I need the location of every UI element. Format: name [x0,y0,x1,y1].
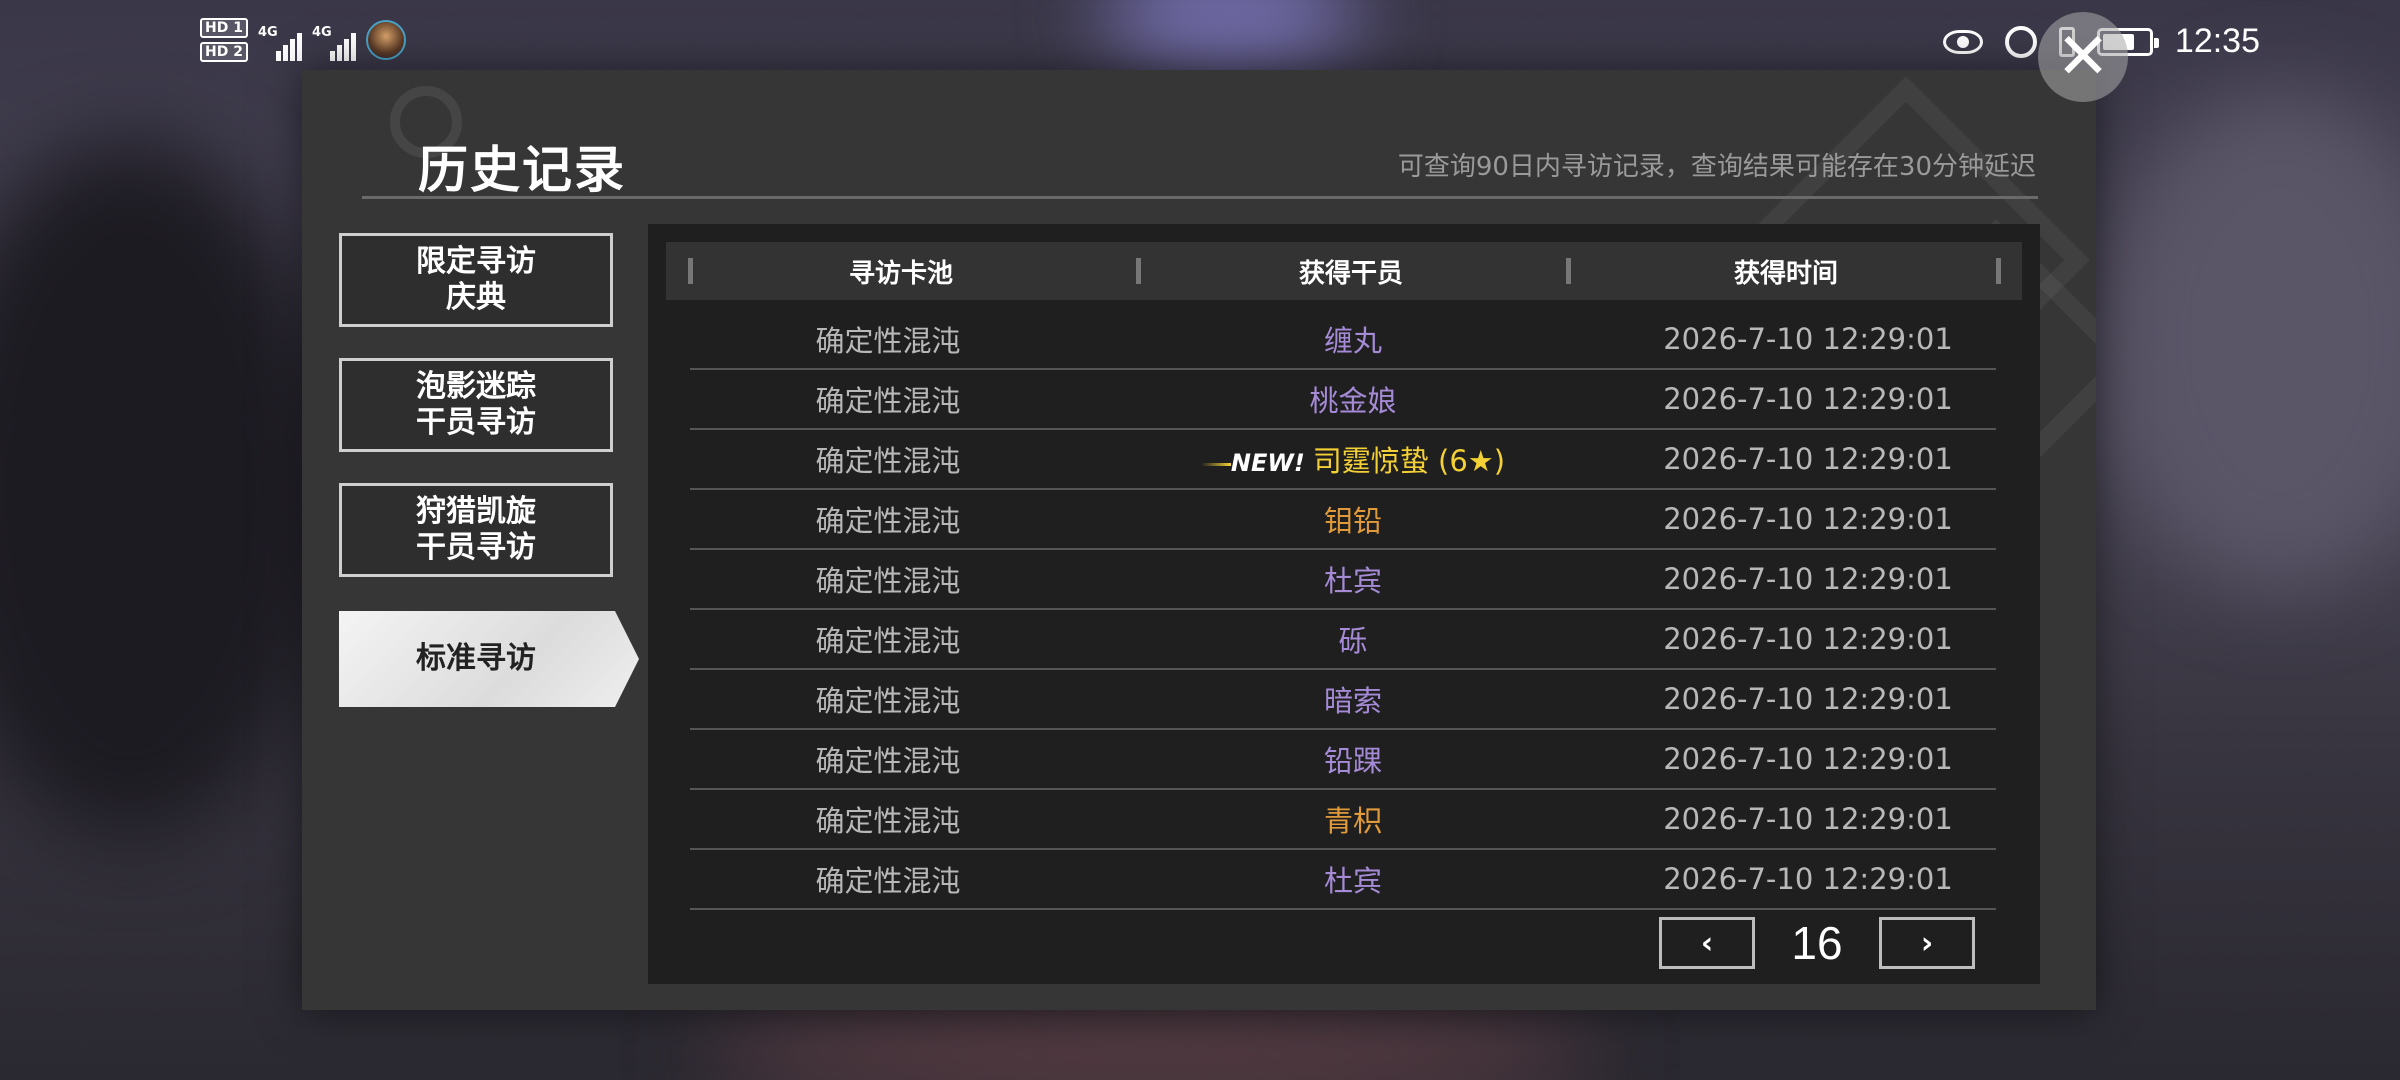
close-icon: ✕ [2056,20,2110,94]
cell-time: 2026-7-10 12:29:01 [1663,682,1953,716]
cell-pool: 确定性混沌 [815,684,961,718]
cell-operator: 砾 [1338,624,1368,658]
sim2-label: HD 2 [200,42,248,62]
history-table: 寻访卡池 获得干员 获得时间 确定性混沌 缠丸 2026-7-10 12:29:… [648,224,2040,984]
cell-pool: 确定性混沌 [815,624,961,658]
table-row: 确定性混沌 NEW! 司霆惊蛰 (6★) 2026-7-10 12:29:01 [690,430,1996,490]
signal-icon: 4G [312,19,356,61]
cell-time: 2026-7-10 12:29:01 [1663,862,1953,896]
cell-time: 2026-7-10 12:29:01 [1663,802,1953,836]
menu-item-label: 干员寻访 [416,405,536,440]
history-panel: 历史记录 可查询90日内寻访记录，查询结果可能存在30分钟延迟 限定寻访 庆典 泡… [302,70,2096,1010]
cell-operator: 杜宾 [1323,864,1382,898]
cell-operator: 铅踝 [1323,744,1382,778]
menu-item-label: 泡影迷踪 [416,369,536,404]
cell-operator: 杜宾 [1323,564,1382,598]
menu-item-limited-celebration[interactable]: 限定寻访 庆典 [339,233,613,327]
cell-operator: 桃金娘 [1309,384,1397,418]
close-button[interactable]: ✕ [2038,12,2128,102]
menu-item-hunting-operator[interactable]: 狩猎凯旋 干员寻访 [339,483,613,577]
menu-item-label: 庆典 [446,280,506,315]
table-row: 确定性混沌 砾 2026-7-10 12:29:01 [690,610,1996,670]
cell-operator: 缠丸 [1323,324,1382,358]
sim1-label: HD 1 [200,18,248,38]
background-blur [2100,90,2400,590]
column-header-time: 获得时间 [1733,258,1838,289]
cell-time: 2026-7-10 12:29:01 [1663,622,1953,656]
menu-item-label: 干员寻访 [416,530,536,565]
cell-operator: 青枳 [1323,804,1382,838]
network-label: 4G [257,25,278,40]
cell-time: 2026-7-10 12:29:01 [1663,442,1953,476]
cell-time: 2026-7-10 12:29:01 [1663,742,1953,776]
eye-icon [1942,29,1983,54]
clock: 12:35 [2174,22,2260,60]
signal-icon: 4G [258,19,302,61]
table-row: 确定性混沌 缠丸 2026-7-10 12:29:01 [690,310,1996,370]
alarm-icon [2004,25,2037,58]
column-header-operator: 获得干员 [1298,258,1403,289]
cell-pool: 确定性混沌 [815,444,961,478]
table-row: 确定性混沌 暗索 2026-7-10 12:29:01 [690,670,1996,730]
table-header: 寻访卡池 获得干员 获得时间 [666,242,2022,300]
cell-pool: 确定性混沌 [815,864,961,898]
app-notification-icon [365,20,406,60]
cell-time: 2026-7-10 12:29:01 [1663,322,1953,356]
cell-pool: 确定性混沌 [815,564,961,598]
chevron-left-icon: ‹ [1700,925,1714,961]
page-number: 16 [1791,917,1843,969]
prev-page-button[interactable]: ‹ [1659,917,1755,969]
table-row: 确定性混沌 杜宾 2026-7-10 12:29:01 [690,850,1996,910]
cell-pool: 确定性混沌 [815,804,961,838]
table-row: 确定性混沌 青枳 2026-7-10 12:29:01 [690,790,1996,850]
table-row: 确定性混沌 杜宾 2026-7-10 12:29:01 [690,550,1996,610]
network-label: 4G [311,25,332,40]
menu-item-bubble-operator[interactable]: 泡影迷踪 干员寻访 [339,358,613,452]
column-header-pool: 寻访卡池 [848,258,953,289]
cell-pool: 确定性混沌 [815,744,961,778]
sim-indicator: HD 1 HD 2 [200,18,248,62]
menu-item-label: 狩猎凯旋 [416,494,536,529]
page-title: 历史记录 [418,141,626,199]
operator-name: 司霆惊蛰 (6★) [1312,444,1506,478]
background-blur [0,140,340,840]
menu-item-label: 标准寻访 [416,641,536,676]
cell-pool: 确定性混沌 [815,504,961,538]
background-blur [700,1010,1600,1080]
cell-time: 2026-7-10 12:29:01 [1663,562,1953,596]
cell-pool: 确定性混沌 [815,384,961,418]
cell-operator: 钼铅 [1323,504,1382,538]
cell-operator: NEW! 司霆惊蛰 (6★) [1086,438,1620,480]
table-row: 确定性混沌 铅踝 2026-7-10 12:29:01 [690,730,1996,790]
cell-time: 2026-7-10 12:29:01 [1663,502,1953,536]
next-page-button[interactable]: › [1879,917,1975,969]
menu-item-standard[interactable]: 标准寻访 [339,611,639,707]
cell-operator: 暗索 [1323,684,1382,718]
page-subtitle: 可查询90日内寻访记录，查询结果可能存在30分钟延迟 [1397,152,2036,182]
title-divider [362,196,2038,199]
menu-item-label: 限定寻访 [416,244,536,279]
table-row: 确定性混沌 桃金娘 2026-7-10 12:29:01 [690,370,1996,430]
cell-pool: 确定性混沌 [815,324,961,358]
cell-time: 2026-7-10 12:29:01 [1663,382,1953,416]
table-row: 确定性混沌 钼铅 2026-7-10 12:29:01 [690,490,1996,550]
pagination: ‹ 16 › [1659,916,1975,970]
new-badge: NEW! [1200,449,1305,477]
chevron-right-icon: › [1920,925,1934,961]
